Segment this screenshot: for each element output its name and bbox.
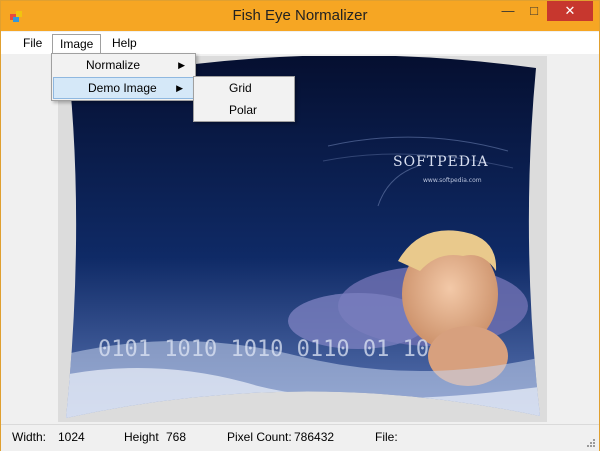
image-canvas[interactable]: SOFTPEDIA www.softpedia.com 0101 1010 10… [58,56,547,422]
menu-item-demo-image[interactable]: Demo Image ▶ [53,77,194,99]
submenu-arrow-icon: ▶ [176,83,183,93]
width-label: Width: [12,430,47,444]
minimize-button[interactable]: — [495,1,521,21]
title-bar[interactable]: Fish Eye Normalizer — □ ✕ [1,1,599,31]
maximize-button[interactable]: □ [521,1,547,21]
submenu-item-grid[interactable]: Grid [194,77,294,99]
resize-grip-icon[interactable] [585,437,595,447]
menu-file[interactable]: File [16,34,49,53]
fisheye-image: SOFTPEDIA www.softpedia.com 0101 1010 10… [66,56,540,418]
status-bar: Width: 1024 Height 768 Pixel Count: 7864… [1,424,599,451]
watermark-url: www.softpedia.com [423,177,482,184]
menu-item-demo-image-label: Demo Image [88,81,157,95]
demo-image-submenu: Grid Polar [193,76,295,122]
menu-bar: File Image Help [1,32,599,55]
height-label: Height [124,430,159,444]
width-value: 1024 [58,430,85,444]
submenu-arrow-icon: ▶ [178,60,185,70]
watermark-text: SOFTPEDIA [393,154,489,170]
menu-item-normalize[interactable]: Normalize ▶ [52,54,195,76]
menu-help[interactable]: Help [105,34,144,53]
pixel-count-label: Pixel Count: [227,430,292,444]
pixel-count-value: 786432 [294,430,335,444]
menu-image[interactable]: Image [52,34,102,53]
menu-item-normalize-label: Normalize [86,58,141,72]
image-menu-dropdown: Normalize ▶ Demo Image ▶ [51,53,196,101]
height-value: 768 [166,430,187,444]
close-button[interactable]: ✕ [547,1,593,21]
submenu-item-polar[interactable]: Polar [194,99,294,121]
binary-digits: 0101 1010 1010 0110 01 10 [98,337,429,362]
file-label: File: [375,430,398,444]
